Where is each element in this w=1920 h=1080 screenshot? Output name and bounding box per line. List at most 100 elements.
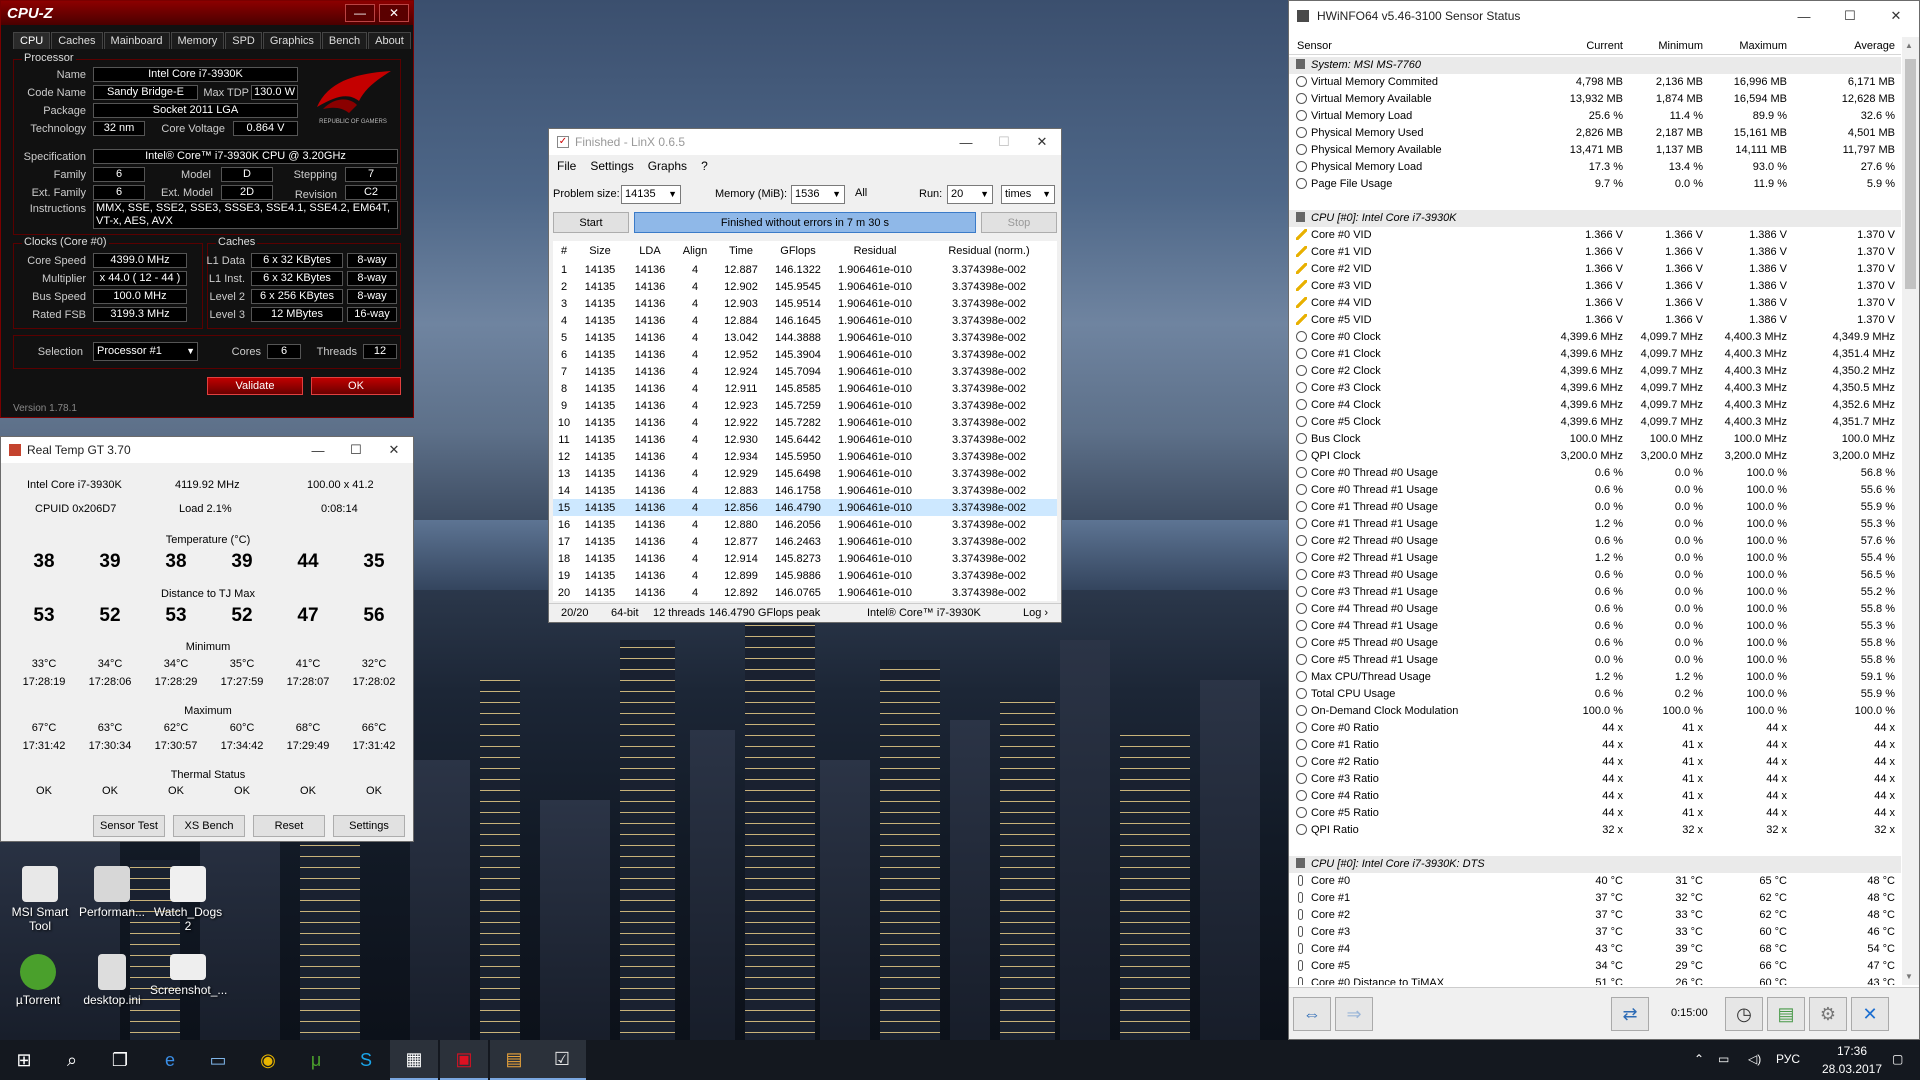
run-count-select[interactable]: 20 ▼: [947, 185, 993, 204]
log-file-icon[interactable]: ▤: [1767, 997, 1805, 1031]
sensor-row[interactable]: Core #5 Clock 4,399.6 MHz 4,099.7 MHz 4,400…: [1289, 414, 1901, 431]
column-header[interactable]: Time: [715, 241, 767, 261]
task-view-icon[interactable]: ❐: [96, 1040, 144, 1080]
table-row[interactable]: 15 14135 14136 4 12.856 146.4790 1.906461e-010…: [553, 499, 1057, 516]
sensor-row[interactable]: Core #0 Distance to TjMAX 51 °C 26 °C 60 °C…: [1289, 975, 1901, 985]
start-windows-icon[interactable]: ⊞: [0, 1040, 48, 1080]
scrollbar-thumb[interactable]: [1905, 59, 1916, 289]
clock-time[interactable]: 17:36: [1816, 1044, 1888, 1058]
sensor-row[interactable]: Core #1 Thread #0 Usage 0.0 % 0.0 % 100.0 %…: [1289, 499, 1901, 516]
sensor-row[interactable]: Core #0 Ratio 44 x 41 x 44 x 44 x: [1289, 720, 1901, 737]
skype-icon[interactable]: S: [342, 1040, 390, 1080]
table-row[interactable]: 17 14135 14136 4 12.877 146.2463 1.906461e-010…: [553, 533, 1057, 550]
menu-graphs[interactable]: Graphs: [648, 159, 687, 173]
sensor-row[interactable]: Core #5 34 °C 29 °C 66 °C 47 °C: [1289, 958, 1901, 975]
close-icon[interactable]: ✕: [379, 4, 409, 22]
sensor-group-row[interactable]: System: MSI MS-7760: [1289, 57, 1901, 74]
sensor-row[interactable]: Core #3 37 °C 33 °C 60 °C 46 °C: [1289, 924, 1901, 941]
cpuz-title-bar[interactable]: CPU-Z — ✕: [1, 1, 413, 25]
table-row[interactable]: 19 14135 14136 4 12.899 145.9886 1.906461e-010…: [553, 567, 1057, 584]
minimize-icon[interactable]: —: [1781, 3, 1827, 29]
close-icon[interactable]: ✕: [1873, 3, 1919, 29]
table-row[interactable]: 4 14135 14136 4 12.884 146.1645 1.906461e-010 3…: [553, 312, 1057, 329]
sensor-row[interactable]: Core #4 Ratio 44 x 41 x 44 x 44 x: [1289, 788, 1901, 805]
column-header-maximum[interactable]: Maximum: [1739, 40, 1787, 52]
column-header-current[interactable]: Current: [1586, 40, 1623, 52]
desktop-icon-performance[interactable]: Performan...: [74, 866, 150, 919]
sensor-row[interactable]: Physical Memory Used 2,826 MB 2,187 MB 15,1…: [1289, 125, 1901, 142]
sensor-row[interactable]: Core #4 43 °C 39 °C 68 °C 54 °C: [1289, 941, 1901, 958]
selection-dropdown[interactable]: Processor #1 ▼: [93, 342, 198, 361]
sensor-row[interactable]: Core #0 40 °C 31 °C 65 °C 48 °C: [1289, 873, 1901, 890]
stop-button[interactable]: Stop: [981, 212, 1057, 233]
sensor-row[interactable]: Core #2 Ratio 44 x 41 x 44 x 44 x: [1289, 754, 1901, 771]
sensor-row[interactable]: Core #2 37 °C 33 °C 62 °C 48 °C: [1289, 907, 1901, 924]
table-row[interactable]: 1 14135 14136 4 12.887 146.1322 1.906461e-010 3…: [553, 261, 1057, 278]
start-button[interactable]: Start: [553, 212, 629, 233]
tab-mainboard[interactable]: Mainboard: [103, 32, 170, 49]
sensor-row[interactable]: Core #5 VID 1.366 V 1.366 V 1.386 V 1.370 V: [1289, 312, 1901, 329]
sensor-row[interactable]: Core #2 Thread #1 Usage 1.2 % 0.0 % 100.0 %…: [1289, 550, 1901, 567]
realtemp-title-bar[interactable]: Real Temp GT 3.70 — ☐ ✕: [1, 437, 413, 463]
sensor-row[interactable]: QPI Clock 3,200.0 MHz 3,200.0 MHz 3,200.0 M…: [1289, 448, 1901, 465]
close-icon[interactable]: ✕: [1023, 129, 1061, 155]
collapse-arrows-icon[interactable]: ⇔: [1293, 997, 1331, 1031]
column-header[interactable]: LDA: [625, 241, 675, 261]
sensor-row[interactable]: [1289, 193, 1901, 210]
column-header[interactable]: #: [553, 241, 575, 261]
log-link[interactable]: Log ›: [1023, 607, 1048, 619]
file-explorer-icon[interactable]: ▭: [194, 1040, 242, 1080]
minimize-icon[interactable]: —: [345, 4, 375, 22]
hwinfo-taskbar-icon[interactable]: ▦: [390, 1040, 438, 1080]
realtemp-taskbar-icon[interactable]: ▤: [490, 1040, 538, 1080]
ok-button[interactable]: OK: [311, 377, 401, 395]
sensor-group-row[interactable]: CPU [#0]: Intel Core i7-3930K: [1289, 210, 1901, 227]
tab-cpu[interactable]: CPU: [13, 32, 51, 49]
sensor-row[interactable]: Core #3 Thread #0 Usage 0.6 % 0.0 % 100.0 %…: [1289, 567, 1901, 584]
language-indicator[interactable]: РУС: [1776, 1052, 1800, 1066]
sensor-row[interactable]: Core #2 VID 1.366 V 1.366 V 1.386 V 1.370 V: [1289, 261, 1901, 278]
minimize-icon[interactable]: —: [299, 437, 337, 463]
problem-size-select[interactable]: 14135 ▼: [621, 185, 681, 204]
sensor-row[interactable]: Virtual Memory Available 13,932 MB 1,874 M…: [1289, 91, 1901, 108]
utorrent-taskbar-icon[interactable]: μ: [292, 1040, 340, 1080]
notifications-icon[interactable]: ▢: [1892, 1052, 1903, 1066]
sensor-group-row[interactable]: CPU [#0]: Intel Core i7-3930K: DTS: [1289, 856, 1901, 873]
column-header-minimum[interactable]: Minimum: [1658, 40, 1703, 52]
sensor-row[interactable]: Core #0 VID 1.366 V 1.366 V 1.386 V 1.370 V: [1289, 227, 1901, 244]
table-row[interactable]: 6 14135 14136 4 12.952 145.3904 1.906461e-010 3…: [553, 346, 1057, 363]
cpuz-taskbar-icon[interactable]: ▣: [440, 1040, 488, 1080]
sensor-row[interactable]: Bus Clock 100.0 MHz 100.0 MHz 100.0 MHz 100.…: [1289, 431, 1901, 448]
network-icon[interactable]: ⇄: [1611, 997, 1649, 1031]
sensor-row[interactable]: Core #5 Thread #1 Usage 0.0 % 0.0 % 100.0 %…: [1289, 652, 1901, 669]
sensor-row[interactable]: Core #0 Clock 4,399.6 MHz 4,099.7 MHz 4,400…: [1289, 329, 1901, 346]
desktop-icon-screenshot[interactable]: Screenshot_...: [150, 954, 227, 997]
sensor-row[interactable]: Core #4 Thread #0 Usage 0.6 % 0.0 % 100.0 %…: [1289, 601, 1901, 618]
table-row[interactable]: 16 14135 14136 4 12.880 146.2056 1.906461e-010…: [553, 516, 1057, 533]
menu-settings[interactable]: Settings: [590, 159, 633, 173]
clock-icon[interactable]: ◷: [1725, 997, 1763, 1031]
sensor-row[interactable]: Core #3 Ratio 44 x 41 x 44 x 44 x: [1289, 771, 1901, 788]
close-icon[interactable]: ✕: [375, 437, 413, 463]
table-row[interactable]: 20 14135 14136 4 12.892 146.0765 1.906461e-010…: [553, 584, 1057, 601]
sensor-row[interactable]: Core #0 Thread #1 Usage 0.6 % 0.0 % 100.0 %…: [1289, 482, 1901, 499]
tab-memory[interactable]: Memory: [170, 32, 225, 49]
maximize-icon[interactable]: ☐: [985, 129, 1023, 155]
table-row[interactable]: 12 14135 14136 4 12.934 145.5950 1.906461e-010…: [553, 448, 1057, 465]
table-row[interactable]: 3 14135 14136 4 12.903 145.9514 1.906461e-010 3…: [553, 295, 1057, 312]
tray-overflow-icon[interactable]: ⌃: [1694, 1052, 1704, 1066]
desktop-icon-msi-smart-tool[interactable]: MSI Smart Tool: [2, 866, 78, 933]
sensor-row[interactable]: QPI Ratio 32 x 32 x 32 x 32 x: [1289, 822, 1901, 839]
sensor-row[interactable]: Core #3 Thread #1 Usage 0.6 % 0.0 % 100.0 %…: [1289, 584, 1901, 601]
sensor-row[interactable]: Core #4 Clock 4,399.6 MHz 4,099.7 MHz 4,400…: [1289, 397, 1901, 414]
sensor-row[interactable]: Core #5 Ratio 44 x 41 x 44 x 44 x: [1289, 805, 1901, 822]
column-header[interactable]: Size: [575, 241, 625, 261]
clock-date[interactable]: 28.03.2017: [1816, 1062, 1888, 1076]
edge-browser-icon[interactable]: e: [146, 1040, 194, 1080]
desktop-icon-desktop-ini[interactable]: desktop.ini: [74, 954, 150, 1007]
sensor-row[interactable]: Core #2 Thread #0 Usage 0.6 % 0.0 % 100.0 %…: [1289, 533, 1901, 550]
sensor-row[interactable]: Core #0 Thread #0 Usage 0.6 % 0.0 % 100.0 %…: [1289, 465, 1901, 482]
table-row[interactable]: 8 14135 14136 4 12.911 145.8585 1.906461e-010 3…: [553, 380, 1057, 397]
expand-arrows-icon[interactable]: ⇒: [1335, 997, 1373, 1031]
table-row[interactable]: 7 14135 14136 4 12.924 145.7094 1.906461e-010 3…: [553, 363, 1057, 380]
